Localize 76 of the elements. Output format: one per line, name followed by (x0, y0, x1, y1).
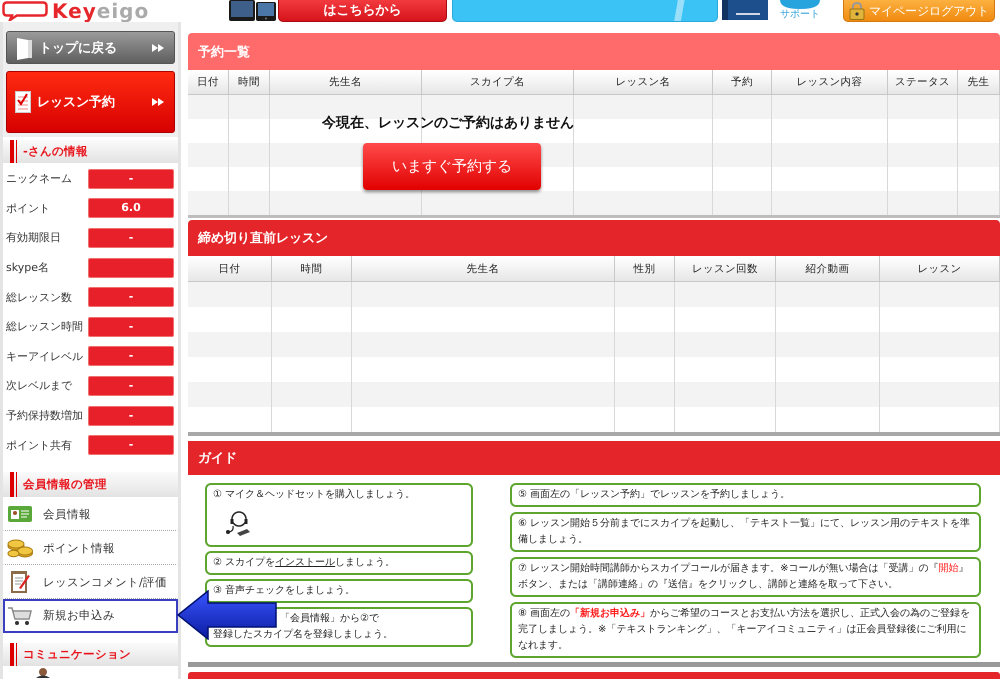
section-title: コミュニケーション (3, 642, 178, 666)
field-label: 予約保持数増加 (6, 408, 84, 424)
empty-message: 今現在、レッスンのご予約はありません (322, 114, 574, 132)
column-header: 性別 (615, 256, 675, 282)
field-label: 総レッスン時間 (6, 319, 84, 334)
menu-item[interactable]: 新規お申込み (3, 598, 178, 633)
nav-button[interactable]: トップに戻る (6, 31, 175, 64)
field-value: - (88, 287, 174, 308)
guide-step-text: ⑤ 画面左の「レッスン予約」でレッスンを予約しましょう。 (518, 488, 792, 502)
column-header: 時間 (229, 70, 270, 95)
field-value: - (88, 168, 174, 189)
headset-icon (225, 509, 253, 537)
cart-icon (7, 606, 33, 626)
field-label: ポイント共有 (6, 438, 73, 453)
checklist-icon (15, 91, 31, 113)
field-label: 総レッスン数 (6, 290, 73, 305)
person-icon[interactable] (35, 668, 51, 678)
column-header: レッスン (880, 256, 1000, 282)
menu-item[interactable]: 会員情報 (3, 496, 178, 531)
guide-step-text: ① マイク＆ヘッドセットを購入しましょう。 (213, 488, 416, 502)
inline-link[interactable]: インストール (275, 557, 336, 568)
guide-step-text: ⑧ 画面左の「新規お申込み」からご希望のコースとお支払い方法を選択し、正式入会の為のご登録を完了しましょう。※「テキストランキング」、「キーアイコミュニティ」は正会員登録後にご利用になれます。 (518, 606, 972, 653)
menu-item[interactable]: レッスンコメント/評価 (3, 564, 178, 599)
guide-step-text: ③ 音声チェックをしましょう。 (213, 584, 356, 598)
column-header: 日付 (188, 256, 272, 282)
column-header: レッスン名 (574, 70, 713, 95)
column-header: 先生 (958, 70, 1000, 95)
speech-bubble-icon (2, 1, 48, 21)
double-arrow-icon (152, 98, 164, 106)
book-icon[interactable] (722, 0, 768, 20)
cloud-icon (778, 0, 822, 9)
field-value: - (88, 406, 174, 426)
field-value: - (88, 316, 174, 337)
column-header: スカイプ名 (422, 70, 574, 95)
column-header: 紹介動画 (776, 256, 880, 282)
phone-tablet-icon (228, 0, 278, 22)
panel-title: 締め切り直前レッスン (188, 220, 1000, 256)
column-header: 先生名 (270, 70, 422, 95)
lock-icon (849, 2, 865, 20)
column-header: レッスン内容 (772, 70, 888, 95)
section-title: -さんの情報 (3, 140, 178, 163)
field-value: 6.0 (88, 198, 174, 218)
panel-title: 予約一覧 (188, 33, 1000, 70)
reserve-now-button[interactable]: いますぐ予約する (363, 143, 541, 190)
guide-step-text: ⑦ レッスン開始時間講師からスカイプコールが届きます。※コールが無い場合は「受講」の『開始』ボタン、または「講師連絡」の『送信』をクリックし、講師と連絡を取って下さい。 (518, 562, 970, 592)
clipboard-pen-icon (10, 570, 30, 594)
field-label: skype名 (6, 260, 50, 276)
door-icon (15, 36, 33, 60)
field-value: - (88, 376, 174, 396)
field-value: - (88, 435, 174, 456)
column-header: 予約 (713, 70, 772, 95)
guide-step-text: ② スカイプをインストールしましょう。 (213, 556, 396, 570)
field-label: 有効期限日 (6, 230, 62, 246)
menu-item[interactable]: ポイント情報 (3, 530, 178, 565)
section-title: 会員情報の管理 (3, 472, 178, 497)
id-card-icon (8, 506, 32, 522)
column-header: ステータス (888, 70, 958, 95)
logo-text[interactable]: Keyeigo (52, 0, 150, 22)
column-header: レッスン回数 (675, 256, 776, 282)
banner-link[interactable]: はこちらから (278, 0, 447, 22)
nav-button[interactable]: レッスン予約 (6, 71, 175, 133)
column-header: 時間 (272, 256, 352, 282)
field-label: ポイント (6, 200, 51, 216)
field-value: - (88, 228, 174, 248)
guide-step-text: 「会員情報」から②で 登録したスカイプ名を登録しましょう。 (213, 612, 394, 642)
field-label: 次レベルまで (6, 378, 74, 394)
field-value: - (88, 346, 174, 366)
column-header: 先生名 (352, 256, 615, 282)
guide-step-text: ⑥ レッスン開始５分前までにスカイプを起動し、「テキスト一覧」にて、レッスン用のテキストを準備しましょう。 (518, 516, 972, 547)
support-link[interactable]: サポート (778, 0, 822, 22)
double-arrow-icon (152, 44, 164, 52)
field-label: ニックネーム (6, 171, 73, 186)
panel-title: ガイド (188, 441, 1000, 475)
field-label: キーアイレベル (6, 348, 84, 364)
column-header: 日付 (188, 70, 229, 95)
coins-icon (7, 538, 33, 558)
